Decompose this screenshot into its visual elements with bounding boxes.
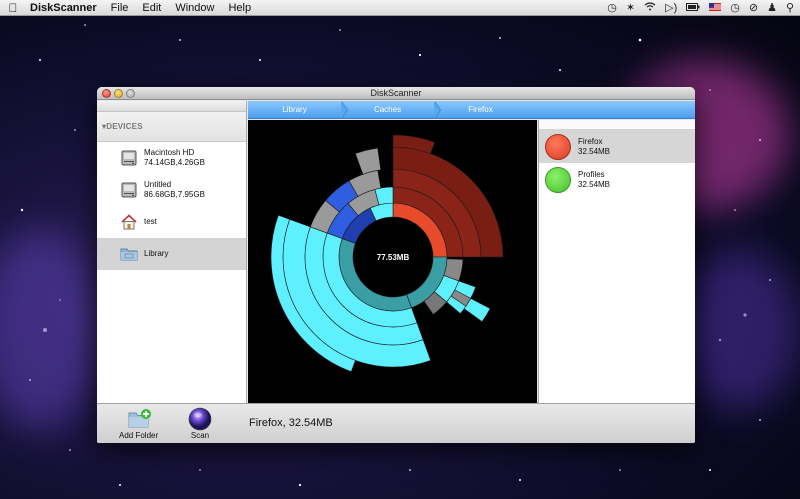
device-size: 86.68GB,7.95GB: [144, 190, 205, 199]
time-machine-icon[interactable]: ◷: [607, 0, 617, 16]
scan-globe-icon: [187, 407, 213, 431]
list-item-name: Firefox: [578, 136, 603, 146]
menu-window[interactable]: Window: [168, 0, 221, 16]
flag-icon[interactable]: [709, 0, 722, 16]
menu-help[interactable]: Help: [221, 0, 258, 16]
device-name: Untitled: [144, 180, 172, 189]
device-name: test: [144, 217, 157, 226]
color-swatch-icon: [545, 133, 571, 160]
add-folder-icon: [126, 407, 152, 431]
sidebar-item-test[interactable]: test: [97, 206, 246, 238]
sidebar-item-macintosh-hd[interactable]: Macintosh HD 74.14GB,4.26GB: [97, 142, 246, 174]
window-title: DiskScanner: [370, 88, 422, 98]
sunburst-chart[interactable]: 77.53MB: [248, 120, 537, 403]
menu-app-name[interactable]: DiskScanner: [26, 0, 104, 16]
list-item-size: 32.54MB: [578, 146, 611, 156]
zoom-button[interactable]: [126, 89, 135, 98]
contents-list: Firefox 32.54MB Profiles 32.54MB: [538, 120, 695, 403]
breadcrumb: Library Caches Firefox: [248, 101, 695, 119]
close-button[interactable]: [102, 89, 111, 98]
bottom-toolbar: Add Folder Scan Firefox, 32.54MB: [97, 403, 695, 443]
breadcrumb-item-caches[interactable]: Caches: [341, 101, 441, 119]
home-icon: [119, 212, 139, 232]
device-name: Library: [144, 249, 169, 258]
sidebar-top-strip: [97, 101, 246, 112]
scan-label: Scan: [190, 431, 210, 440]
breadcrumb-item-firefox[interactable]: Firefox: [434, 101, 527, 118]
sidebar-item-untitled[interactable]: Untitled 86.68GB,7.95GB: [97, 174, 246, 206]
menu-file[interactable]: File: [104, 0, 136, 16]
window-titlebar[interactable]: DiskScanner: [97, 87, 695, 100]
sunburst-chart-area[interactable]: 77.53MB: [248, 120, 537, 403]
bluetooth-icon[interactable]: ✶: [626, 0, 635, 16]
nebula-glow: [680, 250, 800, 410]
spotlight-icon[interactable]: ⚲: [786, 0, 794, 16]
list-item-firefox[interactable]: Firefox 32.54MB: [539, 130, 695, 163]
folder-icon: [119, 244, 139, 264]
add-folder-button[interactable]: Add Folder: [119, 407, 158, 440]
breadcrumb-item-library[interactable]: Library: [248, 101, 348, 119]
devices-header[interactable]: ▾DEVICES: [97, 112, 246, 142]
device-name: Macintosh HD: [144, 148, 195, 157]
hard-drive-icon: [119, 148, 139, 168]
scan-button[interactable]: Scan: [187, 407, 213, 440]
diskscanner-window: DiskScanner ▾DEVICES Macintosh HD 74.14GB…: [97, 87, 695, 443]
device-size: 74.14GB,4.26GB: [144, 158, 205, 167]
user-icon[interactable]: ♟: [767, 0, 777, 16]
list-item-name: Profiles: [578, 169, 605, 179]
menu-edit[interactable]: Edit: [135, 0, 168, 16]
minimize-button[interactable]: [114, 89, 123, 98]
list-item-profiles[interactable]: Profiles 32.54MB: [539, 163, 695, 196]
sidebar: ▾DEVICES Macintosh HD 74.14GB,4.26GB Unti…: [97, 101, 247, 403]
volume-icon[interactable]: ▷): [665, 0, 677, 16]
sunburst-center-label: 77.53MB: [377, 253, 410, 262]
color-swatch-icon: [545, 166, 571, 193]
sidebar-item-library[interactable]: Library: [97, 238, 246, 270]
battery-icon[interactable]: [686, 0, 700, 16]
list-item-size: 32.54MB: [578, 179, 611, 189]
wifi-icon[interactable]: [644, 0, 656, 16]
status-text: Firefox, 32.54MB: [249, 417, 333, 429]
sunburst-segment[interactable]: [354, 147, 382, 175]
menu-bar:  DiskScanner File Edit Window Help ◷ ✶ …: [0, 0, 800, 16]
clock-icon[interactable]: ◷: [730, 0, 740, 16]
add-folder-label: Add Folder: [119, 431, 159, 440]
menu-extras: ◷ ✶ ▷) ◷ ⊘ ♟ ⚲: [607, 0, 800, 16]
apple-icon[interactable]: : [0, 1, 26, 15]
no-entry-icon[interactable]: ⊘: [749, 0, 758, 16]
nebula-glow: [0, 230, 100, 430]
hard-drive-icon: [119, 180, 139, 200]
list-header-strip: [539, 120, 695, 130]
